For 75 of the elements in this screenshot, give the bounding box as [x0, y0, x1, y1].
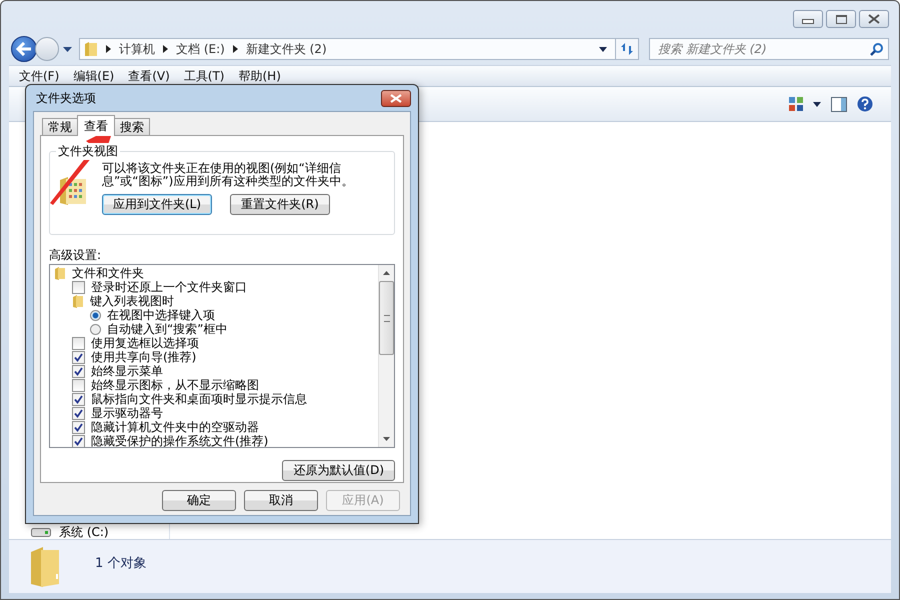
refresh-button[interactable]	[615, 38, 639, 60]
folder-view-button[interactable]: 应用到文件夹(L)	[102, 194, 212, 215]
setting-label[interactable]: 登录时还原上一个文件夹窗口	[91, 280, 247, 294]
dialog-title: 文件夹选项	[35, 90, 96, 106]
tab[interactable]: 常规	[42, 118, 78, 135]
refresh-icon	[620, 42, 634, 56]
setting-label[interactable]: 显示驱动器号	[91, 406, 163, 420]
help-icon[interactable]	[857, 96, 873, 112]
setting-label: 键入列表视图时	[90, 294, 174, 308]
setting-label[interactable]: 隐藏计算机文件夹中的空驱动器	[91, 420, 259, 434]
description-text: 可以将该文件夹正在使用的视图(例如“详细信息”或“图标”)应用到所有这种类型的文件夹中。	[102, 162, 354, 188]
setting-label[interactable]: 鼠标指向文件夹和桌面项时显示提示信息	[91, 392, 307, 406]
checkbox[interactable]	[72, 378, 85, 392]
setting-label[interactable]: 使用复选框以选择项	[91, 336, 199, 350]
drive-icon	[31, 528, 51, 537]
dropdown-icon[interactable]	[599, 46, 607, 52]
dropdown-icon[interactable]	[63, 46, 72, 52]
minimize-button[interactable]	[793, 10, 823, 28]
folder-icon	[84, 41, 98, 57]
close-icon	[390, 94, 402, 102]
dropdown-icon[interactable]	[813, 102, 821, 106]
setting-label[interactable]: 始终显示菜单	[91, 364, 163, 378]
menu-item[interactable]: 编辑(E)	[73, 68, 114, 84]
maximize-button[interactable]	[826, 10, 856, 28]
chevron-icon[interactable]	[232, 45, 238, 53]
dialog-button[interactable]: 确定	[162, 490, 236, 511]
menu-item[interactable]: 工具(T)	[184, 68, 224, 84]
setting-label[interactable]: 始终显示图标，从不显示缩略图	[91, 378, 259, 392]
checkbox[interactable]	[72, 350, 85, 364]
setting-label[interactable]: 在视图中选择键入项	[107, 308, 215, 322]
breadcrumb[interactable]: 文档 (E:)	[176, 40, 225, 58]
menu-item[interactable]: 查看(V)	[128, 68, 170, 84]
back-button[interactable]	[11, 36, 37, 62]
radio-button[interactable]	[90, 310, 101, 320]
menu-item[interactable]: 帮助(H)	[238, 68, 281, 84]
address-bar[interactable]: 计算机 文档 (E:) 新建文件夹 (2)	[79, 38, 616, 60]
preview-pane-icon[interactable]	[831, 96, 847, 112]
tab[interactable]: 搜索	[114, 118, 150, 135]
restore-defaults-button[interactable]: 还原为默认值(D)	[282, 460, 395, 481]
folder-icon	[72, 294, 84, 308]
breadcrumb[interactable]: 新建文件夹 (2)	[246, 40, 327, 58]
radio-button[interactable]	[90, 324, 101, 334]
search-icon	[870, 43, 883, 56]
checkbox[interactable]	[72, 420, 85, 434]
group-title: 文件夹视图	[56, 143, 120, 160]
section-label: 高级设置:	[49, 247, 102, 264]
close-button[interactable]	[381, 90, 411, 106]
view-options-icon[interactable]	[789, 97, 803, 111]
checkbox[interactable]	[72, 406, 85, 420]
chevron-icon[interactable]	[106, 45, 111, 53]
setting-label[interactable]: 使用共享向导(推荐)	[91, 350, 196, 364]
setting-label: 文件和文件夹	[72, 266, 144, 280]
breadcrumb[interactable]: 计算机	[119, 40, 155, 58]
menu-item[interactable]: 文件(F)	[19, 68, 60, 84]
close-button[interactable]	[859, 10, 889, 28]
folder-icon	[54, 266, 66, 280]
tab[interactable]: 查看	[77, 115, 115, 136]
checkbox[interactable]	[72, 280, 85, 294]
drive-label[interactable]: 系统 (C:)	[59, 526, 109, 539]
scroll-down-icon[interactable]	[383, 437, 390, 441]
dialog-button[interactable]: 取消	[244, 490, 318, 511]
setting-label[interactable]: 自动键入到“搜索”框中	[107, 322, 228, 336]
checkbox[interactable]	[72, 336, 85, 350]
scrollbar[interactable]	[378, 265, 394, 447]
checkbox[interactable]	[72, 434, 85, 447]
chevron-icon[interactable]	[163, 45, 168, 53]
checkbox[interactable]	[72, 392, 85, 406]
scroll-up-icon[interactable]	[383, 271, 390, 275]
checkbox[interactable]	[72, 364, 85, 378]
item-count: 1 个对象	[95, 555, 146, 572]
search-field[interactable]: 搜索 新建文件夹 (2)	[649, 38, 889, 60]
arrow-icon	[16, 42, 32, 56]
close-icon	[868, 14, 880, 24]
folder-view-button[interactable]: 重置文件夹(R)	[230, 194, 330, 215]
setting-label[interactable]: 隐藏受保护的操作系统文件(推荐)	[91, 434, 268, 447]
